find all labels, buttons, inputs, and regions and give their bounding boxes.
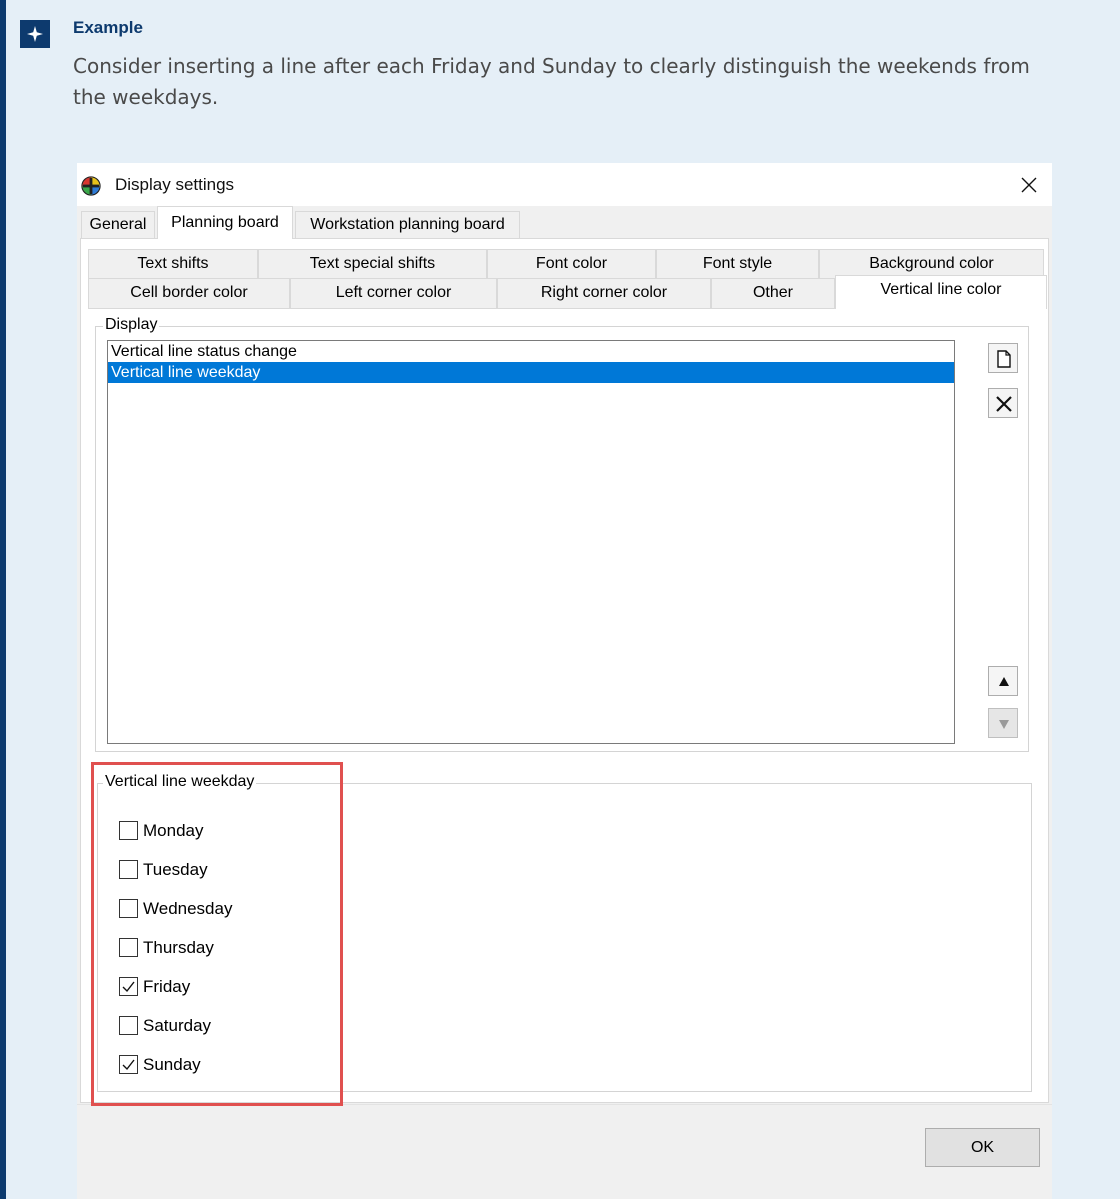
subtab-vertical-line-color[interactable]: Vertical line color bbox=[835, 275, 1047, 309]
callout-accent-bar bbox=[0, 0, 6, 1199]
list-item[interactable]: Vertical line status change bbox=[108, 341, 954, 362]
subtab-background-color[interactable]: Background color bbox=[819, 249, 1044, 278]
subtab-cell-border-color[interactable]: Cell border color bbox=[88, 278, 290, 308]
subtab-left-corner-color[interactable]: Left corner color bbox=[290, 278, 497, 308]
tab-workstation-planning-board[interactable]: Workstation planning board bbox=[295, 211, 520, 239]
delete-button[interactable] bbox=[988, 388, 1018, 418]
subtab-font-color[interactable]: Font color bbox=[487, 249, 656, 278]
subtab-divider bbox=[88, 308, 835, 309]
move-up-button[interactable] bbox=[988, 666, 1018, 696]
move-down-button[interactable] bbox=[988, 708, 1018, 738]
sparkle-icon bbox=[20, 20, 50, 48]
subtab-other[interactable]: Other bbox=[711, 278, 835, 308]
new-button[interactable] bbox=[988, 343, 1018, 373]
app-icon bbox=[81, 176, 101, 196]
dialog-title: Display settings bbox=[115, 175, 235, 194]
ok-button[interactable]: OK bbox=[925, 1128, 1040, 1167]
tab-planning-board[interactable]: Planning board bbox=[157, 206, 293, 239]
dialog-titlebar: Display settings bbox=[77, 163, 1052, 206]
subtab-text-shifts[interactable]: Text shifts bbox=[88, 249, 258, 278]
list-item[interactable]: Vertical line weekday bbox=[108, 362, 954, 383]
down-arrow-icon bbox=[999, 720, 1009, 729]
callout-text: Consider inserting a line after each Fri… bbox=[73, 54, 1030, 109]
new-document-icon bbox=[997, 350, 1011, 368]
tab-general[interactable]: General bbox=[81, 211, 155, 239]
subtab-right-corner-color[interactable]: Right corner color bbox=[497, 278, 711, 308]
subtab-font-style[interactable]: Font style bbox=[656, 249, 819, 278]
callout-title: Example bbox=[73, 18, 143, 37]
display-listbox[interactable]: Vertical line status change Vertical lin… bbox=[107, 340, 955, 744]
delete-icon bbox=[996, 396, 1012, 412]
weekday-highlight-box bbox=[91, 762, 343, 1106]
up-arrow-icon bbox=[999, 677, 1009, 686]
close-icon[interactable] bbox=[1016, 172, 1042, 198]
display-group-label: Display bbox=[103, 316, 160, 334]
subtab-text-special-shifts[interactable]: Text special shifts bbox=[258, 249, 487, 278]
